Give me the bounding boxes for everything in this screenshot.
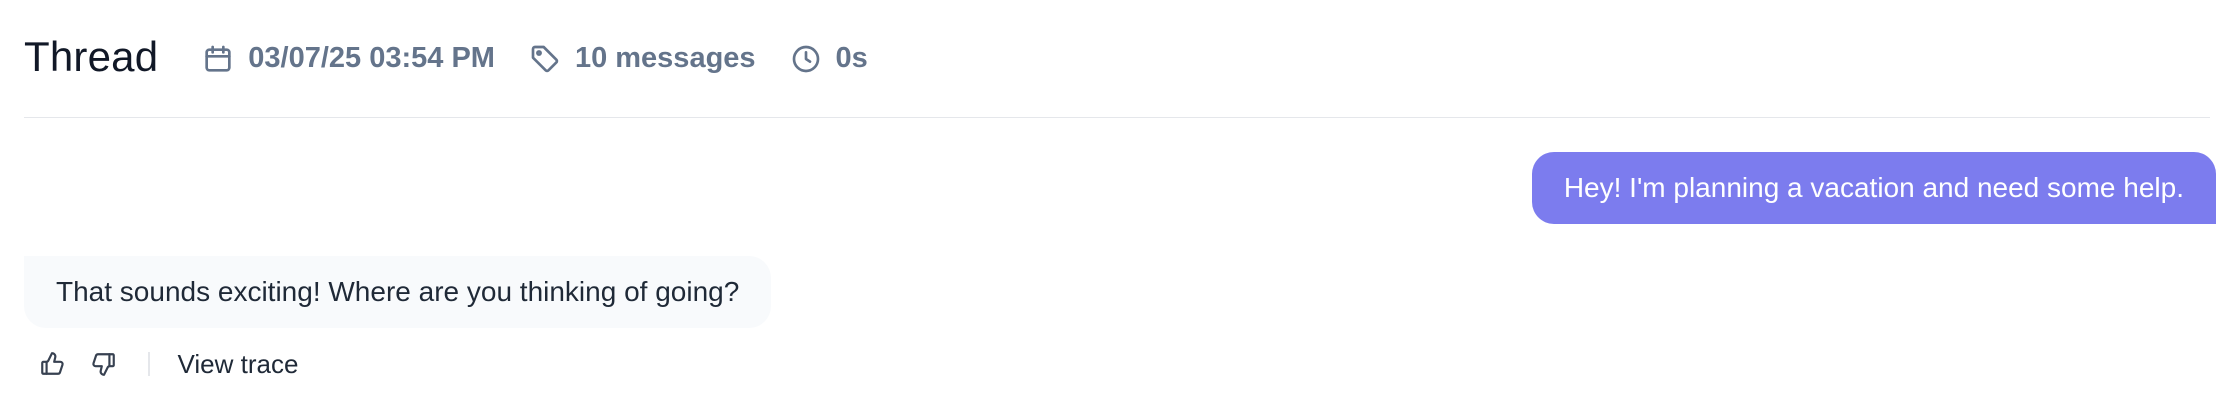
messages-meta: 10 messages	[529, 42, 756, 75]
calendar-icon	[205, 45, 231, 72]
thumbs-up-button[interactable]	[38, 350, 66, 378]
actions-divider	[148, 352, 150, 376]
clock-icon	[792, 45, 819, 72]
tag-icon	[531, 45, 559, 72]
message-count: 10 messages	[574, 42, 756, 74]
thread-date: 03/07/25 03:54 PM	[248, 42, 495, 74]
thumbs-down-button[interactable]	[90, 350, 118, 378]
message-actions: View trace	[38, 344, 298, 384]
thread-page: Thread 03/07/25 03:54 PM 10 messages 0s	[0, 0, 2234, 404]
date-meta: 03/07/25 03:54 PM	[202, 42, 495, 75]
user-message-bubble: Hey! I'm planning a vacation and need so…	[1531, 152, 2216, 224]
thread-header: Thread 03/07/25 03:54 PM 10 messages 0s	[24, 0, 2210, 118]
thumbs-up-icon	[41, 352, 64, 375]
view-trace-link[interactable]: View trace	[178, 349, 299, 380]
assistant-message-bubble: That sounds exciting! Where are you thin…	[24, 256, 772, 328]
duration-meta: 0s	[790, 42, 868, 75]
thumbs-down-icon	[92, 353, 115, 376]
page-title: Thread	[24, 33, 159, 80]
thread-duration: 0s	[835, 42, 868, 74]
